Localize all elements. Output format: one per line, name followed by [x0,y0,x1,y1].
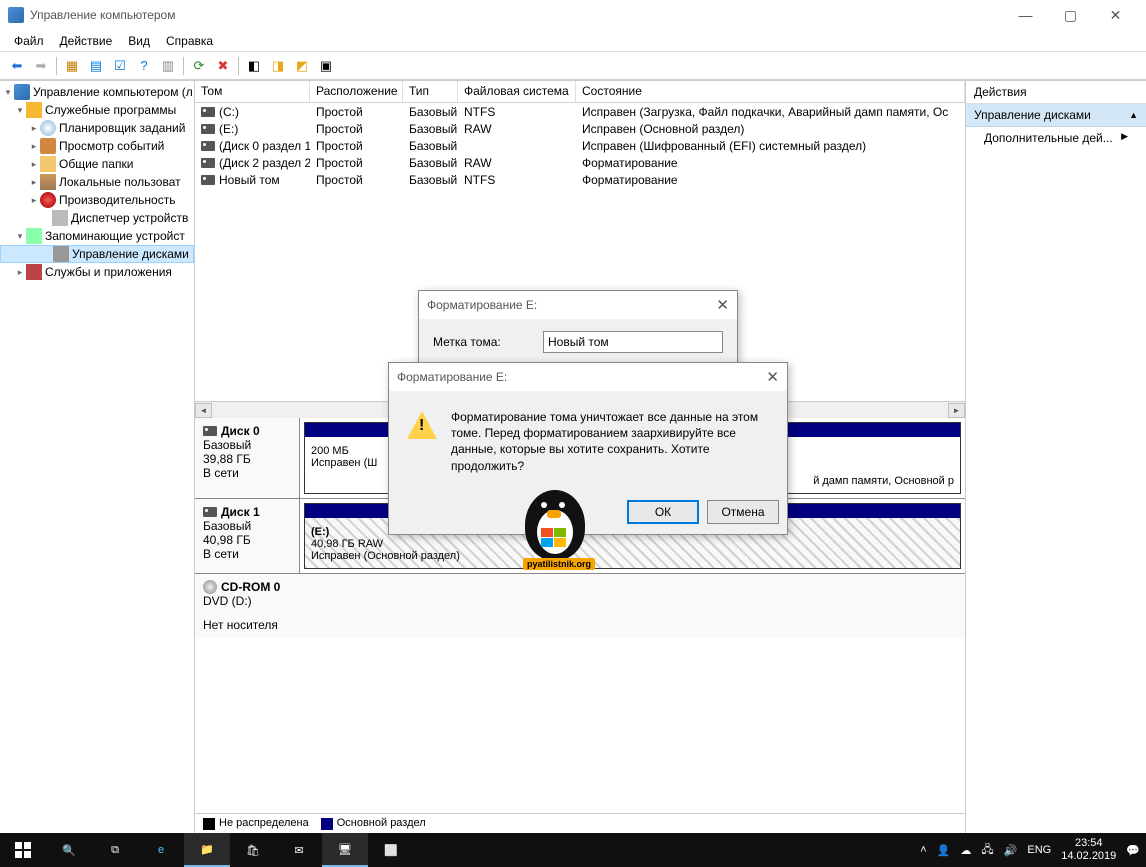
tree-devmgr[interactable]: Диспетчер устройств [71,211,188,225]
cdrom-row: CD-ROM 0 DVD (D:) Нет носителя [195,574,965,638]
tree-users[interactable]: Локальные пользоват [59,175,181,189]
menu-action[interactable]: Действие [52,32,121,50]
explorer-icon[interactable]: 📁 [184,833,230,867]
lang-indicator[interactable]: ENG [1027,844,1051,856]
edge-icon[interactable]: e [138,833,184,867]
warning-icon [407,411,437,439]
taskbar[interactable]: 🔍 ⧉ e 📁 🛍 ✉ 🖥 ⬜ ˄ 👤 ☁ 🖧 🔊 ENG 23:54 14.0… [0,833,1146,867]
col-type[interactable]: Тип [403,81,458,102]
tree-perf[interactable]: Производительность [59,193,175,207]
dlg1-title: Форматирование E: ✕ [419,291,737,319]
tree-apps[interactable]: Службы и приложения [45,265,172,279]
scroll-left[interactable]: ◄ [195,403,212,418]
volume-row[interactable]: (Диск 0 раздел 1)ПростойБазовыйИсправен … [195,137,965,154]
system-tray[interactable]: ˄ 👤 ☁ 🖧 🔊 ENG 23:54 14.02.2019 💬 [920,837,1146,863]
tree-root[interactable]: Управление компьютером (л [33,85,193,99]
tree-storage[interactable]: Запоминающие устройст [45,229,185,243]
compmgmt-taskbar[interactable]: 🖥 [322,833,368,867]
col-fs[interactable]: Файловая система [458,81,576,102]
tree-events[interactable]: Просмотр событий [59,139,164,153]
tray-up-icon[interactable]: ˄ [920,844,926,856]
notifications-icon[interactable]: 💬 [1126,844,1140,857]
tree-services[interactable]: Служебные программы [45,103,176,117]
onedrive-icon[interactable]: ☁ [960,844,971,857]
col-state[interactable]: Состояние [576,81,965,102]
minimize-button[interactable]: ― [1003,1,1048,29]
refresh-icon[interactable]: ⟳ [188,55,210,77]
volume-row[interactable]: (E:)ПростойБазовыйRAWИсправен (Основной … [195,120,965,137]
disk-0-info[interactable]: Диск 0 Базовый 39,88 ГБ В сети [195,418,300,498]
people-icon[interactable]: 👤 [937,844,951,857]
help-icon[interactable]: ? [133,55,155,77]
collapse-icon[interactable]: ▲ [1129,110,1138,120]
menubar: Файл Действие Вид Справка [0,30,1146,52]
warning-text: Форматирование тома уничтожает все данны… [451,409,769,474]
legend: Не распределена Основной раздел [195,813,965,833]
menu-file[interactable]: Файл [6,32,52,50]
start-button[interactable] [0,833,46,867]
tb-7[interactable]: ◩ [291,55,313,77]
cdrom-info[interactable]: CD-ROM 0 DVD (D:) Нет носителя [195,574,965,638]
watermark-text: pyatilistnik.org [523,558,595,570]
volume-row[interactable]: (Диск 2 раздел 2)ПростойБазовыйRAWФормат… [195,154,965,171]
forward-button[interactable]: ➡ [30,55,52,77]
tb-4[interactable]: ▥ [157,55,179,77]
app-icon [8,7,24,23]
actions-pane: Действия Управление дисками ▲ Дополнител… [966,81,1146,833]
titlebar: Управление компьютером ― ▢ ✕ [0,0,1146,30]
back-button[interactable]: ⬅ [6,55,28,77]
volume-label-input[interactable] [543,331,723,353]
tb-6[interactable]: ◨ [267,55,289,77]
window-title: Управление компьютером [30,8,175,22]
col-loc[interactable]: Расположение [310,81,403,102]
disk0-part1[interactable]: 200 МБ Исправен (Ш [304,422,396,494]
volume-row[interactable]: Новый томПростойБазовыйNTFSФорматировани… [195,171,965,188]
tb-8[interactable]: ▣ [315,55,337,77]
menu-view[interactable]: Вид [120,32,158,50]
scroll-right[interactable]: ► [948,403,965,418]
mail-icon[interactable]: ✉ [276,833,322,867]
navigation-tree[interactable]: ▾Управление компьютером (л ▾Служебные пр… [0,81,195,833]
actions-more[interactable]: Дополнительные дей... ▶ [966,127,1146,149]
dlg2-title: Форматирование E: ✕ [389,363,787,391]
actions-selected[interactable]: Управление дисками ▲ [966,104,1146,127]
disk-1-info[interactable]: Диск 1 Базовый 40,98 ГБ В сети [195,499,300,573]
actions-header: Действия [966,81,1146,104]
cancel-button[interactable]: Отмена [707,500,779,524]
app-taskbar[interactable]: ⬜ [368,833,414,867]
taskview-icon[interactable]: ⧉ [92,833,138,867]
volume-row[interactable]: (C:)ПростойБазовыйNTFSИсправен (Загрузка… [195,103,965,120]
format-dialog-back: Форматирование E: ✕ Метка тома: [418,290,738,370]
close-icon[interactable]: ✕ [716,296,729,314]
tree-scheduler[interactable]: Планировщик заданий [59,121,185,135]
clock[interactable]: 23:54 14.02.2019 [1061,837,1116,863]
watermark-logo: pyatilistnik.org [515,480,595,570]
store-icon[interactable]: 🛍 [230,833,276,867]
tree-shared[interactable]: Общие папки [59,157,133,171]
col-tom[interactable]: Том [195,81,310,102]
delete-icon[interactable]: ✖ [212,55,234,77]
toolbar: ⬅ ➡ ▦ ▤ ☑ ? ▥ ⟳ ✖ ◧ ◨ ◩ ▣ [0,52,1146,80]
search-icon[interactable]: 🔍 [46,833,92,867]
tb-2[interactable]: ▤ [85,55,107,77]
maximize-button[interactable]: ▢ [1048,1,1093,29]
tb-5[interactable]: ◧ [243,55,265,77]
close-button[interactable]: ✕ [1093,1,1138,29]
tb-1[interactable]: ▦ [61,55,83,77]
volume-header[interactable]: Том Расположение Тип Файловая система Со… [195,81,965,103]
menu-help[interactable]: Справка [158,32,221,50]
volume-icon[interactable]: 🔊 [1004,844,1018,857]
network-icon[interactable]: 🖧 [981,841,993,860]
close-icon[interactable]: ✕ [766,368,779,386]
ok-button[interactable]: ОК [627,500,699,524]
tree-diskmgmt[interactable]: Управление дисками [72,247,189,261]
label-volume: Метка тома: [433,335,543,349]
tb-3[interactable]: ☑ [109,55,131,77]
